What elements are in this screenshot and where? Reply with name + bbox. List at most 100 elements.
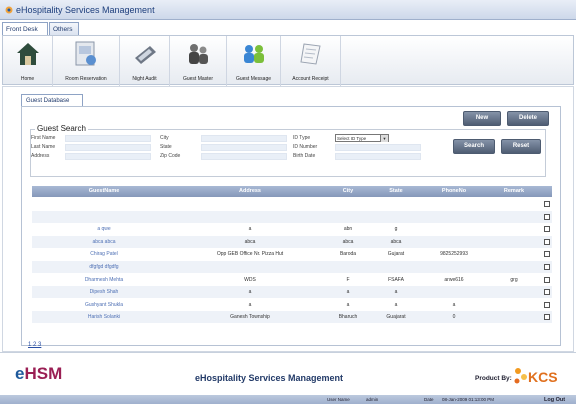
state-input[interactable] bbox=[201, 144, 287, 151]
row-checkbox[interactable] bbox=[544, 213, 550, 220]
table-row[interactable]: Dipesh Shah a a a bbox=[32, 286, 552, 299]
table-cell: grg bbox=[510, 276, 518, 283]
footer: eHSM eHospitality Services Management Pr… bbox=[0, 352, 576, 404]
table-cell[interactable]: abca abca bbox=[32, 239, 176, 245]
table-row[interactable]: Chirag Patel Opp GEB Office Nr. Pizza Hut… bbox=[32, 248, 552, 260]
table-cell: a bbox=[248, 226, 252, 233]
table-row[interactable] bbox=[32, 198, 552, 210]
room-reservation-button[interactable]: Room Reservation bbox=[53, 36, 120, 86]
first-name-label: First Name bbox=[31, 135, 56, 141]
chevron-down-icon: ▼ bbox=[380, 135, 388, 142]
content-area: Guest Database New Delete Guest Search F… bbox=[2, 86, 574, 352]
tab-front-desk[interactable]: Front Desk bbox=[2, 22, 48, 35]
table-cell: a bbox=[346, 289, 350, 296]
birth-date-label: Birth Date bbox=[293, 153, 316, 159]
table-cell[interactable]: a qwe bbox=[32, 226, 176, 232]
logout-link[interactable]: Log Out bbox=[544, 397, 565, 403]
night-audit-label: Night Audit bbox=[132, 76, 157, 82]
col-phone[interactable]: PhoneNo bbox=[420, 188, 488, 194]
account-receipt-button[interactable]: Account Receipt bbox=[281, 36, 341, 86]
guest-master-button[interactable]: Guest Master bbox=[170, 36, 227, 86]
table-cell: a bbox=[394, 301, 398, 308]
search-button[interactable]: Search bbox=[453, 139, 495, 154]
guest-message-label: Guest Message bbox=[235, 76, 272, 82]
tab-others[interactable]: Others bbox=[49, 22, 79, 35]
col-address[interactable]: Address bbox=[176, 188, 324, 194]
row-checkbox[interactable] bbox=[544, 314, 550, 321]
room-reservation-label: Room Reservation bbox=[65, 76, 107, 82]
row-checkbox[interactable] bbox=[544, 264, 550, 270]
table-cell[interactable]: dfgfgd dfgdfg bbox=[32, 264, 176, 270]
zip-code-input[interactable] bbox=[201, 153, 287, 160]
night-audit-button[interactable]: Night Audit bbox=[120, 36, 170, 86]
title-bar: eHospitality Services Management bbox=[0, 0, 576, 20]
table-cell[interactable]: Gushyant Shukla bbox=[32, 302, 176, 308]
kcs-logo: KCS bbox=[514, 368, 558, 385]
row-checkbox[interactable] bbox=[544, 226, 550, 233]
id-type-select[interactable]: Select ID Type ▼ bbox=[335, 134, 389, 142]
user-name-label: User Name bbox=[327, 397, 350, 402]
guest-master-label: Guest Master bbox=[182, 76, 213, 82]
id-type-value: Select ID Type bbox=[337, 136, 367, 141]
ehsm-logo: eHSM bbox=[15, 364, 62, 384]
col-state[interactable]: State bbox=[372, 188, 420, 194]
table-cell[interactable]: Chirag Patel bbox=[32, 251, 176, 257]
table-cell: a bbox=[346, 301, 350, 308]
table-row[interactable]: dfgfgd dfgdfg bbox=[32, 261, 552, 273]
address-label: Address bbox=[31, 153, 50, 159]
table-row[interactable]: abca abca abca abca abca bbox=[32, 235, 552, 248]
table-row[interactable]: Harish Solanki Ganesh Township Bharuch Guaj… bbox=[32, 311, 552, 324]
table-cell: F bbox=[346, 276, 350, 283]
table-cell: arwe616 bbox=[444, 276, 464, 283]
city-label: City bbox=[160, 135, 169, 141]
row-checkbox[interactable] bbox=[544, 276, 550, 283]
table-cell: a bbox=[452, 301, 456, 308]
row-checkbox[interactable] bbox=[544, 289, 550, 296]
first-name-input[interactable] bbox=[65, 135, 151, 142]
col-guest-name[interactable]: GuestName bbox=[32, 188, 176, 194]
table-cell: WDS bbox=[244, 276, 256, 283]
row-checkbox[interactable] bbox=[544, 301, 550, 308]
toolbar: Home Room Reservation Night Audit Guest … bbox=[2, 35, 574, 86]
row-checkbox[interactable] bbox=[544, 251, 550, 258]
city-input[interactable] bbox=[201, 135, 287, 142]
kcs-logo-text: KCS bbox=[528, 369, 558, 385]
id-number-input[interactable] bbox=[335, 144, 421, 151]
table-row[interactable] bbox=[32, 210, 552, 223]
col-remark[interactable]: Remark bbox=[488, 188, 540, 194]
id-number-label: ID Number bbox=[293, 144, 318, 150]
guest-search-box: Guest Search First Name Last Name Addres… bbox=[30, 124, 546, 177]
last-name-input[interactable] bbox=[65, 144, 151, 151]
table-cell: 9825252993 bbox=[440, 251, 468, 258]
birth-date-input[interactable] bbox=[335, 153, 421, 160]
delete-button[interactable]: Delete bbox=[507, 111, 549, 126]
room-reservation-icon bbox=[75, 41, 96, 66]
date-value: 08-Jan-2009 01:13:00 PM bbox=[442, 397, 495, 402]
state-label: State bbox=[160, 144, 172, 150]
table-row[interactable]: a qwe a abn g bbox=[32, 223, 552, 235]
table-row[interactable]: Dharmesh Mehta WDS F FSAFA arwe616 grg bbox=[32, 274, 552, 286]
table-cell: abca bbox=[390, 238, 402, 245]
logo-text: HSM bbox=[24, 364, 63, 383]
table-cell[interactable]: Dharmesh Mehta bbox=[32, 277, 176, 283]
account-receipt-label: Account Receipt bbox=[292, 76, 329, 82]
table-cell: a bbox=[248, 289, 252, 296]
guest-message-icon bbox=[243, 45, 264, 63]
table-cell: a bbox=[248, 301, 252, 308]
id-type-label: ID Type bbox=[293, 135, 311, 141]
table-cell: Opp GEB Office Nr. Pizza Hut bbox=[216, 251, 284, 258]
table-row[interactable]: Gushyant Shukla a a a a bbox=[32, 299, 552, 311]
guest-message-button[interactable]: Guest Message bbox=[227, 36, 281, 86]
row-checkbox[interactable] bbox=[544, 238, 550, 245]
row-checkbox[interactable] bbox=[544, 201, 550, 207]
table-cell[interactable]: Harish Solanki bbox=[32, 314, 176, 320]
new-button[interactable]: New bbox=[463, 111, 501, 126]
table-cell[interactable]: Dipesh Shah bbox=[32, 289, 176, 295]
receipt-icon bbox=[299, 43, 321, 65]
address-input[interactable] bbox=[65, 153, 151, 160]
table-cell: abn bbox=[343, 226, 353, 233]
home-button[interactable]: Home bbox=[3, 36, 53, 86]
col-city[interactable]: City bbox=[324, 188, 372, 194]
pagination[interactable]: 1 2 3 bbox=[28, 342, 41, 348]
reset-button[interactable]: Reset bbox=[501, 139, 541, 154]
